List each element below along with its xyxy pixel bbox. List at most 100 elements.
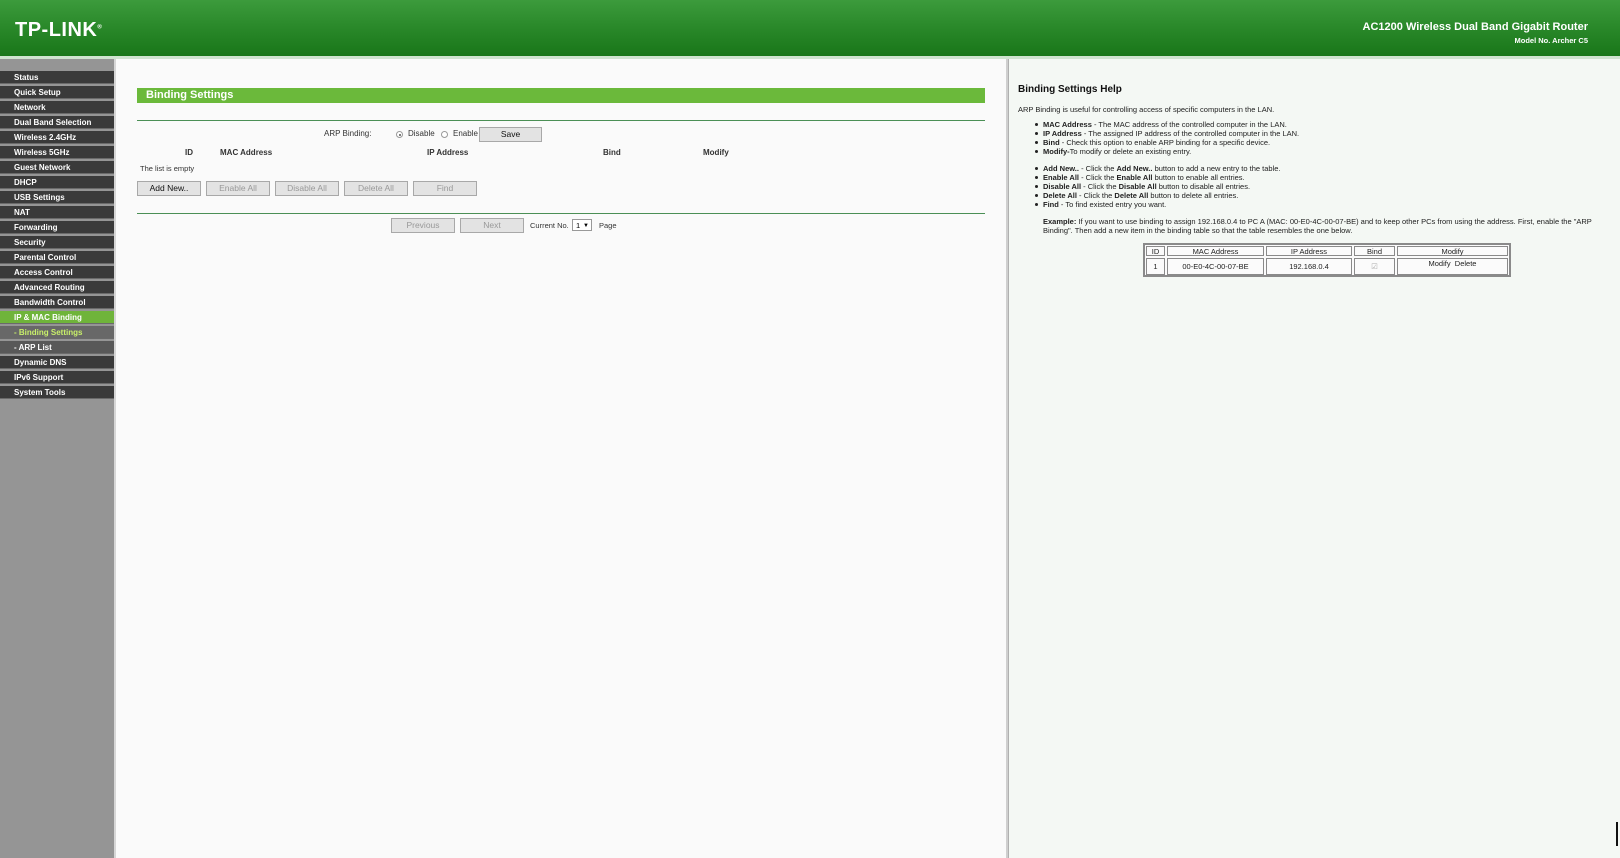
sidebar-item-dhcp[interactable]: DHCP (0, 176, 114, 189)
help-term: Disable All (1043, 182, 1082, 191)
model-number: Model No. Archer C5 (1514, 36, 1588, 45)
arp-enable-radio[interactable] (441, 131, 448, 138)
sidebar-subitem-arp-list[interactable]: - ARP List (0, 341, 114, 354)
example-header-bind: Bind (1354, 246, 1395, 256)
help-desc: - The assigned IP address of the control… (1081, 129, 1300, 138)
previous-button[interactable]: Previous (391, 218, 455, 233)
save-button[interactable]: Save (479, 127, 542, 142)
main-content: Binding Settings ARP Binding: Disable En… (116, 59, 1008, 858)
top-divider (137, 120, 985, 121)
example-header-id: ID (1146, 246, 1165, 256)
help-example-label: Example: (1043, 217, 1077, 226)
sidebar-item-dual-band-selection[interactable]: Dual Band Selection (0, 116, 114, 129)
example-delete-link: Delete (1454, 259, 1477, 268)
example-cell-modify: Modify Delete (1397, 258, 1508, 275)
bullet-icon (1035, 150, 1038, 153)
example-header-ip: IP Address (1266, 246, 1352, 256)
sidebar-item-access-control[interactable]: Access Control (0, 266, 114, 279)
help-example: Example: If you want to use binding to a… (1043, 217, 1592, 226)
disable-all-button[interactable]: Disable All (275, 181, 339, 196)
tp-link-logo: TP-LINK® (15, 19, 102, 42)
current-number-label: Current No. (530, 221, 569, 230)
help-action-enable-all: Enable All - Click the Enable All button… (1043, 173, 1245, 182)
example-header-modify: Modify (1397, 246, 1508, 256)
example-header-mac: MAC Address (1167, 246, 1264, 256)
help-action-disable-all: Disable All - Click the Disable All butt… (1043, 182, 1250, 191)
help-button-name: Add New.. (1116, 164, 1153, 173)
column-header-id: ID (185, 148, 193, 157)
logo-text: TP-LINK (15, 19, 98, 41)
page-label: Page (599, 221, 617, 230)
sidebar-item-quick-setup[interactable]: Quick Setup (0, 86, 114, 99)
empty-list-text: The list is empty (140, 164, 195, 173)
sidebar-subitem-binding-settings[interactable]: - Binding Settings (0, 326, 114, 339)
help-term: Delete All (1043, 191, 1077, 200)
help-term-mac-address: MAC Address - The MAC address of the con… (1043, 120, 1287, 129)
sidebar-item-forwarding[interactable]: Forwarding (0, 221, 114, 234)
column-header-mac-address: MAC Address (220, 148, 273, 157)
sidebar-item-wireless-5ghz[interactable]: Wireless 5GHz (0, 146, 114, 159)
sidebar-item-wireless-24ghz[interactable]: Wireless 2.4GHz (0, 131, 114, 144)
help-panel: Binding Settings Help ARP Binding is use… (1008, 59, 1620, 858)
help-example-line2: Binding". Then add a new item in the bin… (1043, 226, 1353, 235)
delete-all-button[interactable]: Delete All (344, 181, 408, 196)
sidebar-item-network[interactable]: Network (0, 101, 114, 114)
sidebar-item-ipv6-support[interactable]: IPv6 Support (0, 371, 114, 384)
help-desc: - Click the (1078, 173, 1117, 182)
sidebar-item-guest-network[interactable]: Guest Network (0, 161, 114, 174)
help-desc: button to delete all entries. (1148, 191, 1239, 200)
arp-disable-label: Disable (408, 129, 435, 138)
bullet-icon (1035, 123, 1038, 126)
page-title: Binding Settings (137, 88, 985, 103)
help-term: MAC Address (1043, 120, 1092, 129)
enable-all-button[interactable]: Enable All (206, 181, 270, 196)
example-cell-ip: 192.168.0.4 (1266, 258, 1352, 275)
bullet-icon (1035, 167, 1038, 170)
column-header-ip-address: IP Address (427, 148, 469, 157)
help-term: Bind (1043, 138, 1060, 147)
help-term: Add New.. (1043, 164, 1079, 173)
bullet-icon (1035, 141, 1038, 144)
sidebar-item-ip-mac-binding[interactable]: IP & MAC Binding (0, 311, 114, 324)
help-desc: - Click the (1078, 164, 1117, 173)
column-header-modify: Modify (703, 148, 729, 157)
example-modify-link: Modify (1428, 259, 1451, 268)
help-action-add-new: Add New.. - Click the Add New.. button t… (1043, 164, 1281, 173)
arp-disable-radio[interactable] (396, 131, 403, 138)
find-button[interactable]: Find (413, 181, 477, 196)
checkbox-checked-icon: ☑ (1371, 262, 1378, 271)
sidebar-item-bandwidth-control[interactable]: Bandwidth Control (0, 296, 114, 309)
example-table: ID MAC Address IP Address Bind Modify 1 … (1143, 243, 1511, 277)
column-header-bind: Bind (603, 148, 621, 157)
sidebar-item-security[interactable]: Security (0, 236, 114, 249)
arp-enable-label: Enable (453, 129, 478, 138)
help-desc: button to disable all entries. (1156, 182, 1251, 191)
next-button[interactable]: Next (460, 218, 524, 233)
help-intro: ARP Binding is useful for controlling ac… (1018, 105, 1275, 114)
sidebar-item-usb-settings[interactable]: USB Settings (0, 191, 114, 204)
help-term: IP Address (1043, 129, 1082, 138)
sidebar-item-nat[interactable]: NAT (0, 206, 114, 219)
bottom-divider (137, 213, 985, 214)
help-title: Binding Settings Help (1018, 84, 1122, 95)
help-desc: button to add a new entry to the table. (1152, 164, 1281, 173)
bullet-icon (1035, 203, 1038, 206)
example-cell-mac: 00-E0-4C-00-07-BE (1167, 258, 1264, 275)
help-term-ip-address: IP Address - The assigned IP address of … (1043, 129, 1299, 138)
sidebar-item-status[interactable]: Status (0, 71, 114, 84)
page-select[interactable]: 1 ▼ (572, 219, 592, 231)
arp-binding-label: ARP Binding: (324, 129, 372, 138)
header-banner: TP-LINK® AC1200 Wireless Dual Band Gigab… (0, 0, 1620, 56)
help-term: Enable All (1043, 173, 1079, 182)
logo-registered-mark: ® (97, 24, 103, 31)
help-term: Modify- (1043, 147, 1070, 156)
help-button-name: Delete All (1114, 191, 1149, 200)
help-button-name: Enable All (1116, 173, 1153, 182)
sidebar-item-dynamic-dns[interactable]: Dynamic DNS (0, 356, 114, 369)
dropdown-arrow-icon: ▼ (583, 223, 589, 229)
sidebar-item-advanced-routing[interactable]: Advanced Routing (0, 281, 114, 294)
sidebar-item-parental-control[interactable]: Parental Control (0, 251, 114, 264)
help-desc: - The MAC address of the controlled comp… (1091, 120, 1287, 129)
sidebar-item-system-tools[interactable]: System Tools (0, 386, 114, 399)
add-new-button[interactable]: Add New.. (137, 181, 201, 196)
